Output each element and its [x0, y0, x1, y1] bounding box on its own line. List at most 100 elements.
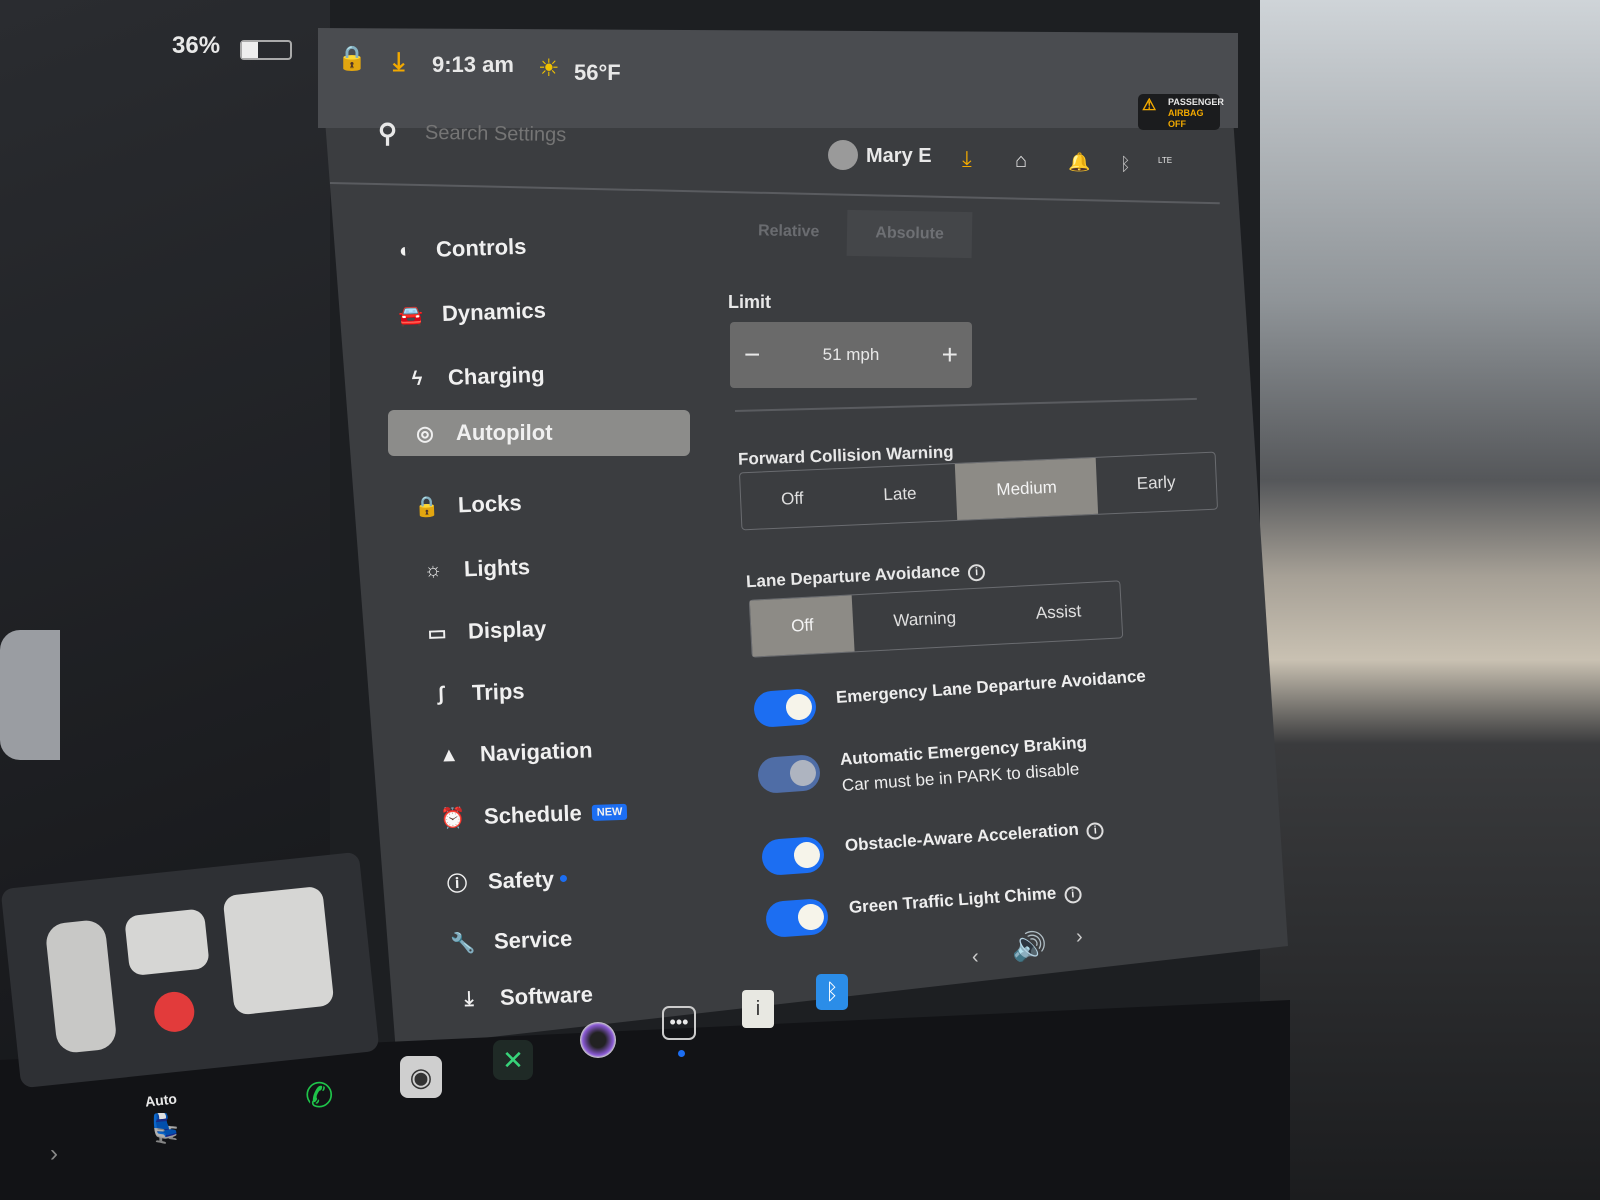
sun-icon: ☼ — [423, 558, 443, 582]
lock-icon: 🔒 — [414, 495, 440, 519]
sidebar-item-locks[interactable]: 🔒 Locks — [414, 490, 522, 520]
seat-map — [0, 851, 380, 1089]
airbag-line2: AIRBAG OFF — [1168, 108, 1204, 129]
sun-weather-icon: ☀ — [538, 55, 560, 82]
lte-signal-icon: LTE — [1158, 156, 1173, 165]
toggle-emergency-lane-departure[interactable] — [752, 687, 818, 729]
minus-button[interactable]: − — [744, 339, 760, 371]
sidebar-item-display[interactable]: ▭ Display — [424, 616, 547, 646]
car-render — [0, 630, 60, 760]
tab-absolute[interactable]: Absolute — [846, 209, 973, 259]
user-name[interactable]: Mary E — [866, 145, 932, 168]
sidebar-item-service[interactable]: 🔧 Service — [450, 926, 573, 956]
offset-tabs: Relative Absolute — [730, 208, 973, 259]
map-strip — [318, 28, 1238, 128]
sidebar-item-label: Charging — [447, 361, 545, 390]
volume-down-chevron-icon[interactable]: ‹ — [972, 946, 979, 969]
download-icon[interactable]: ⤓ — [962, 146, 972, 172]
search-icon: ⚲ — [378, 118, 398, 148]
speed-limit-stepper: − 51 mph + — [730, 322, 972, 388]
lock-icon[interactable]: 🔒 — [337, 44, 367, 73]
lda-option-warning[interactable]: Warning — [852, 588, 997, 651]
search-input[interactable] — [424, 121, 686, 150]
camera-icon[interactable]: ◉ — [400, 1056, 442, 1098]
sidebar-item-charging[interactable]: ϟ Charging — [404, 362, 545, 393]
display-icon: ▭ — [427, 621, 447, 645]
airbag-off-seat-icon — [152, 989, 197, 1034]
wrench-icon: 🔧 — [450, 931, 476, 955]
battery-percent: 36% — [172, 32, 221, 59]
sidebar-item-label: Trips — [471, 678, 525, 706]
alarm-icon: ⏰ — [440, 806, 466, 830]
lda-option-assist[interactable]: Assist — [994, 581, 1122, 643]
bluetooth-icon[interactable]: ᛒ — [1120, 154, 1131, 175]
garage-icon[interactable]: ⌂ — [1015, 150, 1027, 173]
sidebar-item-safety[interactable]: ⓘ Safety — [444, 864, 568, 897]
limit-label: Limit — [728, 292, 771, 312]
avatar[interactable] — [828, 140, 858, 170]
dashcam-icon[interactable] — [580, 1022, 616, 1058]
car-interior-background — [1260, 0, 1600, 1200]
battery-icon — [240, 40, 292, 60]
sidebar-item-label: Service — [493, 925, 573, 954]
fcw-option-early[interactable]: Early — [1096, 453, 1217, 514]
sidebar-item-controls[interactable]: ◐ Controls — [392, 234, 527, 265]
software-download-icon[interactable]: ⤓ — [393, 46, 405, 78]
notification-dot — [559, 874, 568, 883]
navigation-icon: ▲ — [438, 743, 460, 767]
info-icon[interactable]: i — [1063, 885, 1082, 904]
phone-icon[interactable]: ✆ — [305, 1076, 334, 1116]
sidebar-item-label: Controls — [435, 233, 527, 262]
sidebar-item-label: Autopilot — [456, 420, 553, 445]
plus-button[interactable]: + — [942, 339, 958, 371]
chevron-right-icon[interactable]: › — [50, 1140, 58, 1168]
airbag-icon: ⚠ — [1142, 97, 1157, 114]
info-icon[interactable]: i — [1086, 821, 1105, 841]
sidebar-item-navigation[interactable]: ▲ Navigation — [436, 737, 593, 768]
lda-option-off[interactable]: Off — [749, 595, 855, 657]
seat-heat-label: Auto — [144, 1090, 178, 1110]
sidebar-item-trips[interactable]: ∫ Trips — [428, 678, 525, 707]
fcw-option-off[interactable]: Off — [740, 469, 845, 529]
toggle-automatic-emergency-braking[interactable] — [756, 753, 822, 795]
toggle-green-traffic-light-chime[interactable] — [764, 897, 830, 939]
sidebar-item-software[interactable]: ⤓ Software — [456, 982, 594, 1013]
volume-up-chevron-icon[interactable]: › — [1076, 926, 1083, 949]
sidebar-item-label: Schedule — [483, 800, 583, 829]
volume-icon[interactable]: 🔊 — [1012, 930, 1047, 963]
download-icon: ⤓ — [464, 987, 474, 1010]
sidebar-item-label: Locks — [457, 490, 522, 518]
new-badge: NEW — [591, 803, 628, 821]
sidebar-item-label: Display — [467, 615, 547, 644]
bell-icon[interactable]: 🔔 — [1068, 152, 1090, 173]
clock: 9:13 am — [432, 52, 514, 77]
limit-value: 51 mph — [822, 345, 880, 364]
bluetooth-app-icon[interactable]: ᛒ — [816, 974, 848, 1010]
sidebar-item-label: Safety — [487, 865, 555, 894]
fcw-option-medium[interactable]: Medium — [955, 457, 1099, 520]
sidebar-item-lights[interactable]: ☼ Lights — [420, 554, 531, 584]
trips-icon: ∫ — [437, 682, 445, 705]
steering-wheel-icon: ◎ — [416, 422, 434, 445]
fcw-option-late[interactable]: Late — [842, 464, 957, 525]
release-notes-icon[interactable]: i — [742, 990, 774, 1028]
sidebar-item-dynamics[interactable]: 🚘 Dynamics — [398, 297, 547, 328]
toggle-icon: ◐ — [398, 239, 412, 262]
sidebar-item-label: Dynamics — [441, 297, 547, 327]
sidebar-item-label: Navigation — [479, 737, 593, 767]
toggle-obstacle-aware-acceleration[interactable] — [760, 835, 826, 877]
toybox-icon[interactable]: ✕ — [493, 1040, 533, 1080]
safety-icon: ⓘ — [446, 873, 468, 897]
more-apps-icon[interactable]: ••• — [662, 1006, 696, 1040]
tab-relative[interactable]: Relative — [730, 208, 848, 256]
airbag-line1: PASSENGER — [1168, 97, 1224, 107]
sidebar-item-label: Software — [499, 981, 594, 1010]
seat-heater-icon[interactable]: 💺 — [148, 1112, 183, 1145]
active-indicator — [678, 1050, 685, 1057]
bolt-icon: ϟ — [411, 367, 423, 390]
sidebar-item-label: Lights — [463, 554, 531, 582]
passenger-airbag-indicator: ⚠ PASSENGER AIRBAG OFF — [1138, 94, 1224, 130]
car-icon: 🚘 — [398, 304, 424, 328]
sidebar-item-autopilot[interactable]: ◎ Autopilot — [388, 410, 690, 456]
info-icon[interactable]: i — [967, 563, 986, 582]
